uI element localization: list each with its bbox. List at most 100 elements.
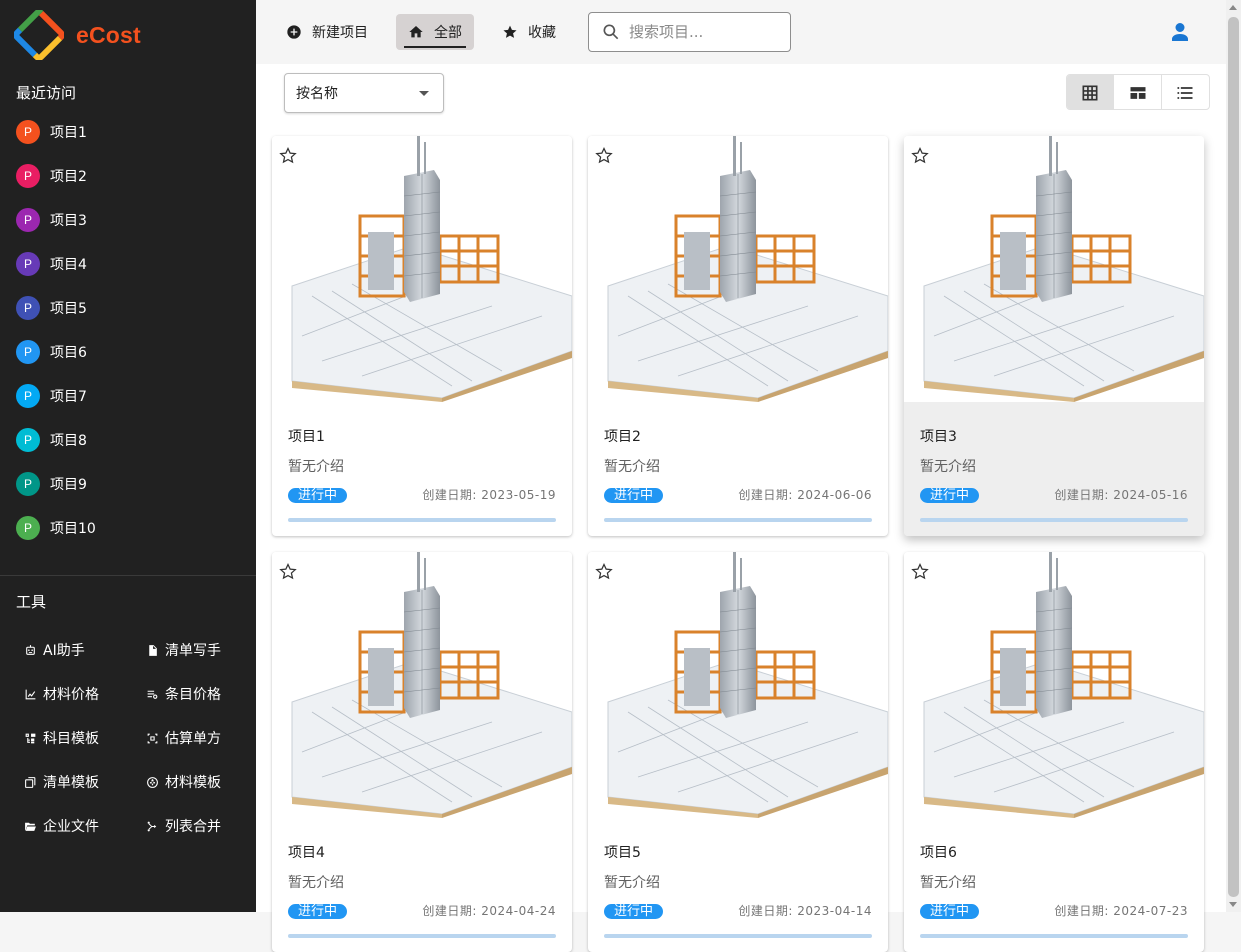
robot-icon [26, 644, 35, 655]
recent-item[interactable]: P 项目2 [0, 154, 256, 198]
project-thumbnail [588, 552, 888, 818]
recent-item[interactable]: P 项目6 [0, 330, 256, 374]
project-thumbnail [904, 552, 1204, 818]
avatar: P [16, 472, 40, 496]
project-title: 项目3 [920, 429, 957, 445]
avatar: P [16, 208, 40, 232]
card-view-button[interactable] [1114, 75, 1162, 109]
project-title: 项目1 [288, 429, 325, 445]
project-card[interactable]: 项目3 暂无介绍 进行中 创建日期: 2024-05-16 [904, 136, 1204, 536]
recent-item[interactable]: P 项目9 [0, 462, 256, 506]
avatar: P [16, 120, 40, 144]
star-outline-icon[interactable] [594, 146, 614, 166]
tool-label: 科目模板 [43, 731, 99, 747]
tool-ai-assistant[interactable]: AI助手 [24, 628, 146, 672]
tool-estimate-unit[interactable]: 估算单方 [146, 716, 268, 760]
document-icon [149, 644, 157, 656]
tools-title: 工具 [16, 593, 47, 611]
tool-list-merge[interactable]: 列表合并 [146, 804, 268, 848]
status-badge: 进行中 [288, 488, 348, 503]
card-view-icon [1130, 87, 1146, 99]
star-outline-icon[interactable] [278, 562, 298, 582]
scroll-up-arrow[interactable] [1229, 5, 1237, 10]
tool-list-template[interactable]: 清单模板 [24, 760, 146, 804]
recent-item-label: 项目6 [50, 345, 87, 361]
building-illustration [272, 136, 572, 402]
recent-item[interactable]: P 项目5 [0, 286, 256, 330]
tool-label: 列表合并 [165, 819, 221, 835]
project-thumbnail [588, 136, 888, 402]
tool-enterprise-files[interactable]: 企业文件 [24, 804, 146, 848]
progress-bar [920, 518, 1188, 522]
sort-selected-label: 按名称 [296, 86, 338, 102]
created-date: 创建日期: 2023-05-19 [422, 488, 556, 502]
scrollbar[interactable] [1226, 0, 1241, 912]
star-outline-icon[interactable] [910, 562, 930, 582]
project-card[interactable]: 项目5 暂无介绍 进行中 创建日期: 2023-04-14 [588, 552, 888, 952]
tool-item-price[interactable]: 条目价格 [146, 672, 268, 716]
status-badge: 进行中 [920, 488, 980, 503]
search-input[interactable] [627, 22, 777, 42]
tool-label: 材料价格 [43, 687, 99, 703]
project-title: 项目6 [920, 845, 957, 861]
active-tab-indicator [404, 46, 466, 48]
recent-item[interactable]: P 项目3 [0, 198, 256, 242]
tool-label: 估算单方 [165, 731, 221, 747]
avatar: P [16, 164, 40, 188]
top-toolbar: 新建项目 全部 收藏 [256, 0, 1226, 64]
avatar: P [16, 340, 40, 364]
avatar: P [16, 428, 40, 452]
app-name: eCost [76, 21, 141, 48]
tab-favorites[interactable]: 收藏 [490, 14, 568, 50]
new-project-button[interactable]: 新建项目 [274, 14, 380, 50]
tool-label: AI助手 [43, 643, 85, 659]
project-card[interactable]: 项目6 暂无介绍 进行中 创建日期: 2024-07-23 [904, 552, 1204, 952]
star-outline-icon[interactable] [594, 562, 614, 582]
scroll-thumb[interactable] [1228, 17, 1239, 897]
recent-item-label: 项目4 [50, 257, 87, 273]
project-title: 项目4 [288, 845, 325, 861]
recent-item-label: 项目3 [50, 213, 87, 229]
plus-circle-icon [287, 25, 301, 39]
tool-material-template[interactable]: 材料模板 [146, 760, 268, 804]
tool-list-writer[interactable]: 清单写手 [146, 628, 268, 672]
star-outline-icon[interactable] [910, 146, 930, 166]
recent-item[interactable]: P 项目4 [0, 242, 256, 286]
search-box[interactable] [588, 12, 791, 52]
building-illustration [272, 552, 572, 818]
list-price-icon [147, 690, 158, 699]
project-card[interactable]: 项目1 暂无介绍 进行中 创建日期: 2023-05-19 [272, 136, 572, 536]
recent-title: 最近访问 [16, 84, 77, 102]
project-title: 项目2 [604, 429, 641, 445]
tool-subject-template[interactable]: 科目模板 [24, 716, 146, 760]
recent-item[interactable]: P 项目10 [0, 506, 256, 550]
account-icon[interactable] [1168, 20, 1192, 44]
chevron-down-icon [419, 91, 429, 96]
scroll-down-arrow[interactable] [1229, 902, 1237, 907]
tab-favorites-label: 收藏 [528, 25, 556, 41]
tool-material-price[interactable]: 材料价格 [24, 672, 146, 716]
list-view-button[interactable] [1162, 75, 1209, 109]
recent-item[interactable]: P 项目1 [0, 110, 256, 154]
progress-bar [604, 518, 872, 522]
tool-label: 清单模板 [43, 775, 99, 791]
progress-bar [288, 518, 556, 522]
project-description: 暂无介绍 [920, 875, 976, 891]
brand[interactable]: eCost [14, 10, 141, 60]
recent-item[interactable]: P 项目8 [0, 418, 256, 462]
avatar: P [16, 296, 40, 320]
project-card[interactable]: 项目4 暂无介绍 进行中 创建日期: 2024-04-24 [272, 552, 572, 952]
recent-item[interactable]: P 项目7 [0, 374, 256, 418]
star-filled-icon [503, 25, 517, 38]
main-content: 按名称 项目1 暂无介绍 进行中 创建日期: 2023-05-19 项目2 暂无… [256, 64, 1226, 952]
grid-view-button[interactable] [1067, 75, 1115, 109]
star-outline-icon[interactable] [278, 146, 298, 166]
recent-item-label: 项目8 [50, 433, 87, 449]
avatar: P [16, 516, 40, 540]
progress-bar [920, 934, 1188, 938]
project-card[interactable]: 项目2 暂无介绍 进行中 创建日期: 2024-06-06 [588, 136, 888, 536]
copy-icon [25, 776, 36, 788]
sort-select[interactable]: 按名称 [284, 73, 444, 113]
recent-item-label: 项目7 [50, 389, 87, 405]
tab-all[interactable]: 全部 [396, 14, 474, 50]
